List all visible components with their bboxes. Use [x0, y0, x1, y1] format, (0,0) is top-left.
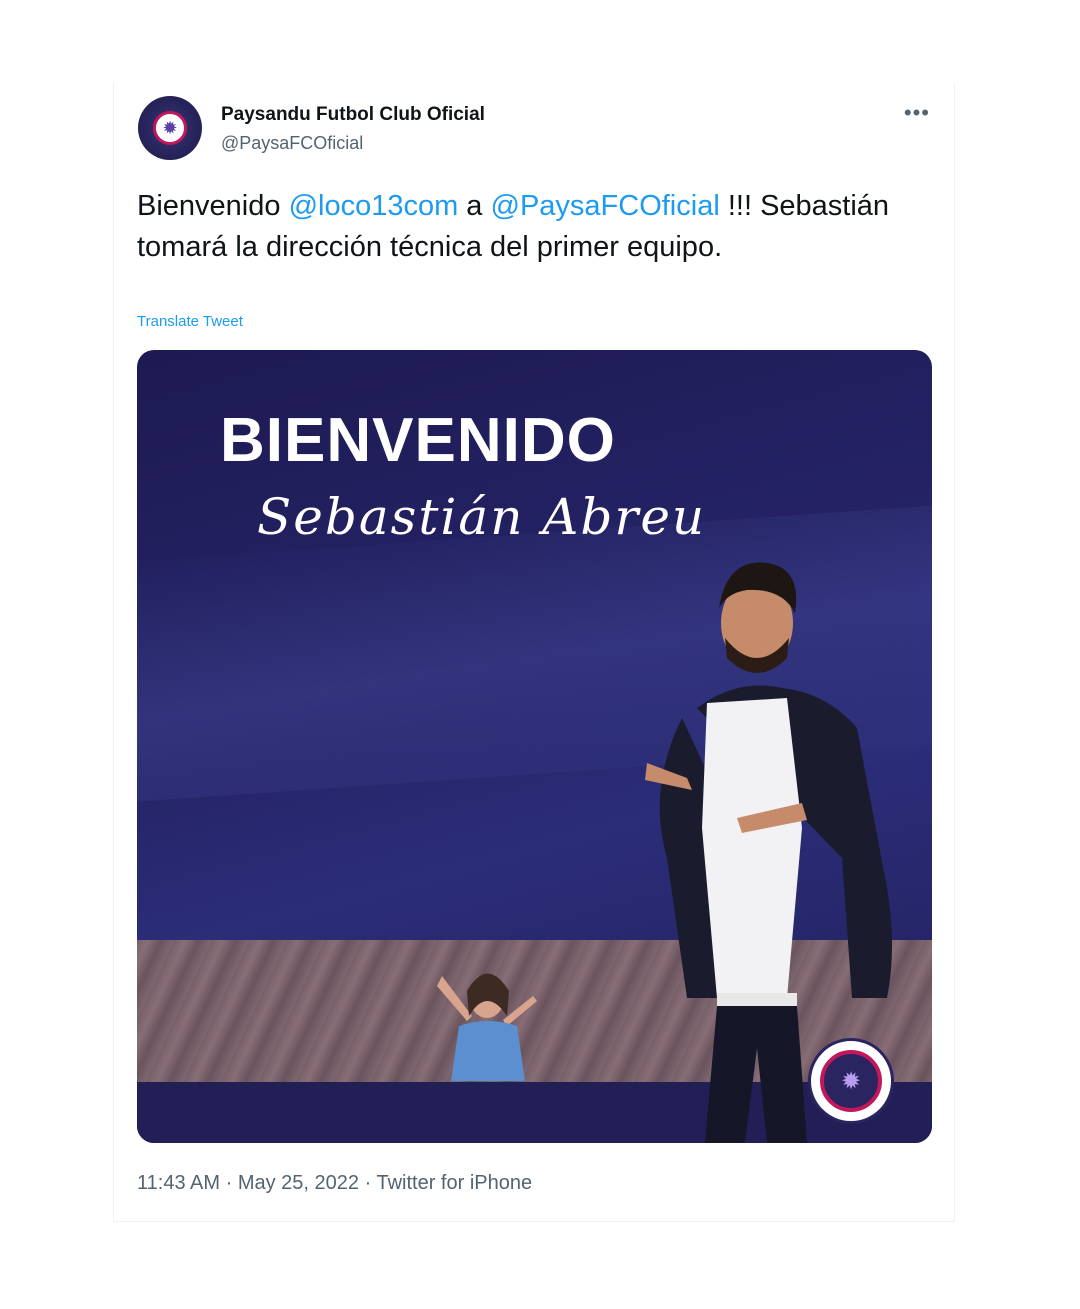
tweet-source[interactable]: Twitter for iPhone: [376, 1172, 532, 1194]
card-divider: [114, 1221, 954, 1222]
mention-link[interactable]: @PaysaFCOficial: [491, 190, 720, 222]
author-avatar[interactable]: ✹: [138, 96, 202, 160]
club-badge-icon: ✹: [808, 1038, 894, 1124]
club-logo-icon: ✹: [153, 111, 187, 145]
tweet-date[interactable]: May 25, 2022: [238, 1172, 359, 1194]
meta-separator: ·: [225, 1172, 233, 1194]
author-handle[interactable]: @PaysaFCOficial: [221, 133, 363, 154]
tweet-text: Bienvenido @loco13com a @PaysaFCOficial …: [137, 186, 917, 268]
translate-tweet-link[interactable]: Translate Tweet: [137, 313, 243, 330]
celebrating-player-figure: [437, 973, 537, 1081]
tweet-meta: 11:43 AM · May 25, 2022 · Twitter for iP…: [137, 1172, 532, 1195]
tweet-media-image[interactable]: BIENVENIDO Sebastián Abreu ✹: [137, 350, 932, 1143]
tweet-time[interactable]: 11:43 AM: [137, 1172, 220, 1194]
meta-separator: ·: [364, 1172, 372, 1194]
author-name[interactable]: Paysandu Futbol Club Oficial: [221, 104, 485, 126]
media-headline: BIENVENIDO: [220, 406, 616, 475]
tweet-text-part: Bienvenido: [137, 190, 289, 222]
tweet-text-part: a: [458, 190, 491, 222]
more-horizontal-icon[interactable]: •••: [904, 100, 930, 126]
tweet-card: ✹ Paysandu Futbol Club Oficial @PaysaFCO…: [113, 82, 955, 1222]
mention-link[interactable]: @loco13com: [289, 190, 459, 222]
